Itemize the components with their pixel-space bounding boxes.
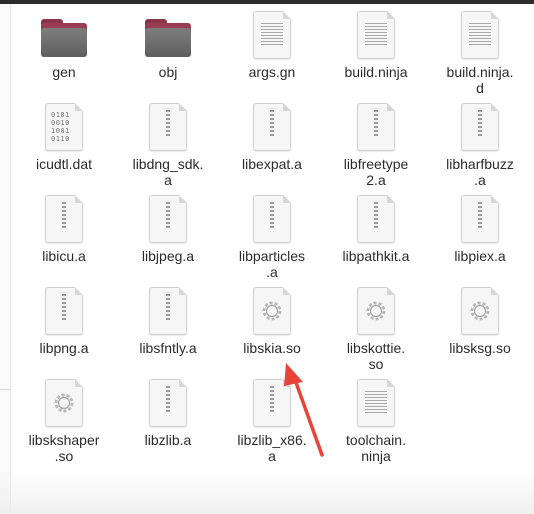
- binary-file-icon: 0101 0010 1001 0110: [37, 100, 91, 154]
- archive-file-icon: [245, 100, 299, 154]
- file-item[interactable]: libskia.so: [220, 284, 324, 376]
- file-item[interactable]: libharfbuzz .a: [428, 100, 532, 192]
- file-name: args.gn: [248, 64, 296, 80]
- archive-file-icon: [245, 376, 299, 430]
- file-item[interactable]: libparticles .a: [220, 192, 324, 284]
- text-file-icon: [453, 8, 507, 62]
- text-file-icon: [245, 8, 299, 62]
- file-name: libsfntly.a: [139, 340, 197, 356]
- file-item[interactable]: toolchain. ninja: [324, 376, 428, 468]
- window-top-edge: [0, 0, 534, 4]
- archive-file-icon: [349, 100, 403, 154]
- archive-file-icon: [37, 284, 91, 338]
- archive-file-icon: [37, 192, 91, 246]
- file-item[interactable]: libskottie. so: [324, 284, 428, 376]
- file-name: libskottie. so: [346, 340, 406, 372]
- archive-file-icon: [141, 100, 195, 154]
- file-item[interactable]: libexpat.a: [220, 100, 324, 192]
- file-name: libexpat.a: [242, 156, 302, 172]
- file-name: gen: [52, 64, 76, 80]
- archive-file-icon: [453, 192, 507, 246]
- shared-library-icon: [37, 376, 91, 430]
- file-name: build.ninja. d: [446, 64, 514, 96]
- archive-file-icon: [141, 376, 195, 430]
- shared-library-icon: [453, 284, 507, 338]
- file-name: libsksg.so: [449, 340, 511, 356]
- file-name: libzlib.a: [144, 432, 192, 448]
- file-item[interactable]: libfreetype 2.a: [324, 100, 428, 192]
- archive-file-icon: [453, 100, 507, 154]
- sidebar-edge: [0, 4, 11, 514]
- sidebar-divider: [0, 389, 10, 390]
- archive-file-icon: [141, 192, 195, 246]
- text-file-icon: [349, 376, 403, 430]
- file-item[interactable]: args.gn: [220, 8, 324, 100]
- file-name: toolchain. ninja: [346, 432, 406, 464]
- file-name: icudtl.dat: [35, 156, 93, 172]
- archive-file-icon: [141, 284, 195, 338]
- file-name: libicu.a: [42, 248, 86, 264]
- file-item[interactable]: gen: [12, 8, 116, 100]
- file-item[interactable]: libsksg.so: [428, 284, 532, 376]
- bottom-shadow: [0, 470, 534, 514]
- file-name: libpathkit.a: [342, 248, 410, 264]
- file-name: libpng.a: [39, 340, 89, 356]
- archive-file-icon: [245, 192, 299, 246]
- file-name: libzlib_x86. a: [237, 432, 307, 464]
- file-name: libskia.so: [243, 340, 301, 356]
- file-name: libpiex.a: [454, 248, 506, 264]
- file-name: libparticles .a: [238, 248, 306, 280]
- shared-library-icon: [245, 284, 299, 338]
- file-name: libjpeg.a: [141, 248, 195, 264]
- file-grid: gen obj args.gn build.ninja build.ninja. d 01…: [12, 8, 532, 468]
- file-item[interactable]: libpiex.a: [428, 192, 532, 284]
- text-file-icon: [349, 8, 403, 62]
- file-item[interactable]: libskshaper .so: [12, 376, 116, 468]
- file-item[interactable]: 0101 0010 1001 0110 icudtl.dat: [12, 100, 116, 192]
- folder-icon: [141, 8, 195, 62]
- file-item[interactable]: libzlib_x86. a: [220, 376, 324, 468]
- file-item[interactable]: libjpeg.a: [116, 192, 220, 284]
- file-name: libskshaper .so: [28, 432, 100, 464]
- file-name: libfreetype 2.a: [343, 156, 409, 188]
- file-item[interactable]: libdng_sdk. a: [116, 100, 220, 192]
- file-name: libharfbuzz .a: [446, 156, 514, 188]
- file-item[interactable]: libicu.a: [12, 192, 116, 284]
- file-name: libdng_sdk. a: [132, 156, 204, 188]
- file-item[interactable]: libpathkit.a: [324, 192, 428, 284]
- file-item[interactable]: libsfntly.a: [116, 284, 220, 376]
- file-item[interactable]: libpng.a: [12, 284, 116, 376]
- file-item[interactable]: obj: [116, 8, 220, 100]
- shared-library-icon: [349, 284, 403, 338]
- archive-file-icon: [349, 192, 403, 246]
- folder-icon: [37, 8, 91, 62]
- file-item[interactable]: libzlib.a: [116, 376, 220, 468]
- file-name: obj: [158, 64, 178, 80]
- file-item[interactable]: build.ninja: [324, 8, 428, 100]
- file-item[interactable]: build.ninja. d: [428, 8, 532, 100]
- file-name: build.ninja: [344, 64, 408, 80]
